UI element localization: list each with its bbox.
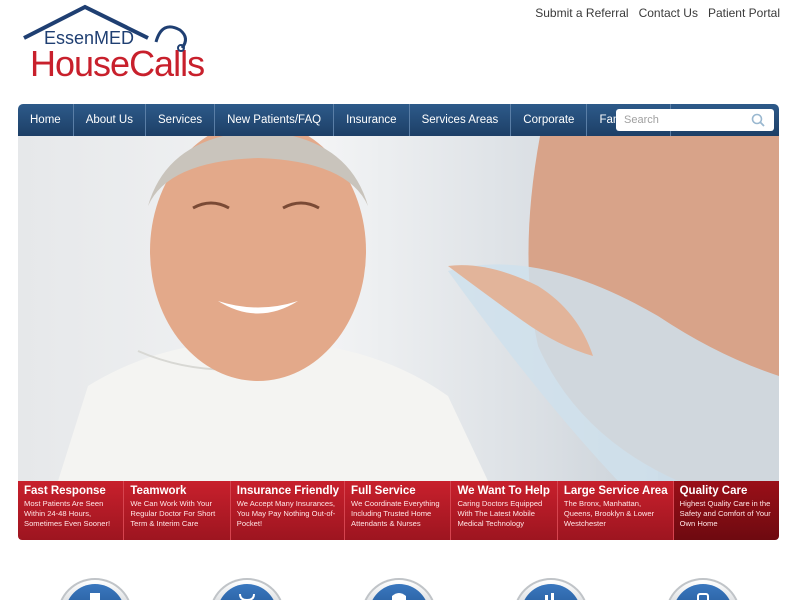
top-links: Submit a Referral Contact Us Patient Por… [535,6,780,20]
calendar-icon-button[interactable] [513,578,589,600]
calendar-icon [545,593,554,600]
feature-quality-care[interactable]: Quality Care Highest Quality Care in the… [673,481,779,540]
feature-fast-response[interactable]: Fast Response Most Patients Are Seen Wit… [18,481,125,540]
search-box [616,109,774,131]
feature-we-want-to-help[interactable]: We Want To Help Caring Doctors Equipped … [451,481,558,540]
feature-title: Full Service [351,485,416,497]
nav-home[interactable]: Home [18,104,74,136]
nav-corporate[interactable]: Corporate [511,104,588,136]
nav-services-areas[interactable]: Services Areas [410,104,512,136]
search-input[interactable] [616,114,750,126]
feature-title: Fast Response [24,485,106,497]
features-strip: Fast Response Most Patients Are Seen Wit… [18,481,779,540]
feature-teamwork[interactable]: Teamwork We Can Work With Your Regular D… [124,481,231,540]
nav-services[interactable]: Services [146,104,216,136]
feature-insurance-friendly[interactable]: Insurance Friendly We Accept Many Insura… [230,481,346,540]
feature-desc: Most Patients Are Seen Within 24-48 Hour… [24,499,111,528]
nav-new-patients-faq[interactable]: New Patients/FAQ [215,104,335,136]
feature-title: Insurance Friendly [236,485,340,497]
phone-icon [697,593,709,600]
nav-about-us[interactable]: About Us [74,104,146,136]
hero-photo-illustration [58,136,779,481]
search-icon[interactable] [750,112,766,128]
submit-referral-link[interactable]: Submit a Referral [535,6,628,20]
main-nav: Home About Us Services New Patients/FAQ … [18,104,779,136]
feature-title: Large Service Area [563,485,668,497]
feature-desc: Highest Quality Care in the Safety and C… [679,499,771,528]
feature-desc: The Bronx, Manhattan, Queens, Brooklyn &… [563,499,655,528]
patient-portal-link[interactable]: Patient Portal [708,6,780,20]
hero-image [18,136,779,481]
stethoscope-icon [239,593,255,600]
essenmed-housecalls-logo[interactable]: EssenMED HouseCalls [18,4,240,86]
contact-us-link[interactable]: Contact Us [639,6,698,20]
feature-title: Teamwork [130,485,187,497]
nurse-icon-button[interactable] [361,578,437,600]
feature-desc: We Accept Many Insurances, You May Pay N… [236,499,336,528]
phone-icon-button[interactable] [665,578,741,600]
feature-desc: We Can Work With Your Regular Doctor For… [130,499,216,528]
nav-insurance[interactable]: Insurance [334,104,410,136]
feature-large-service-area[interactable]: Large Service Area The Bronx, Manhattan,… [557,481,674,540]
feature-desc: We Coordinate Everything Including Trust… [351,499,440,528]
document-icon-button[interactable] [57,578,133,600]
service-icons-row [0,578,800,600]
feature-desc: Caring Doctors Equipped With The Latest … [457,499,543,528]
feature-full-service[interactable]: Full Service We Coordinate Everything In… [345,481,452,540]
feature-title: Quality Care [679,485,748,497]
feature-title: We Want To Help [457,485,550,497]
document-icon [90,593,100,600]
stethoscope-icon-button[interactable] [209,578,285,600]
nurse-icon [392,593,406,600]
